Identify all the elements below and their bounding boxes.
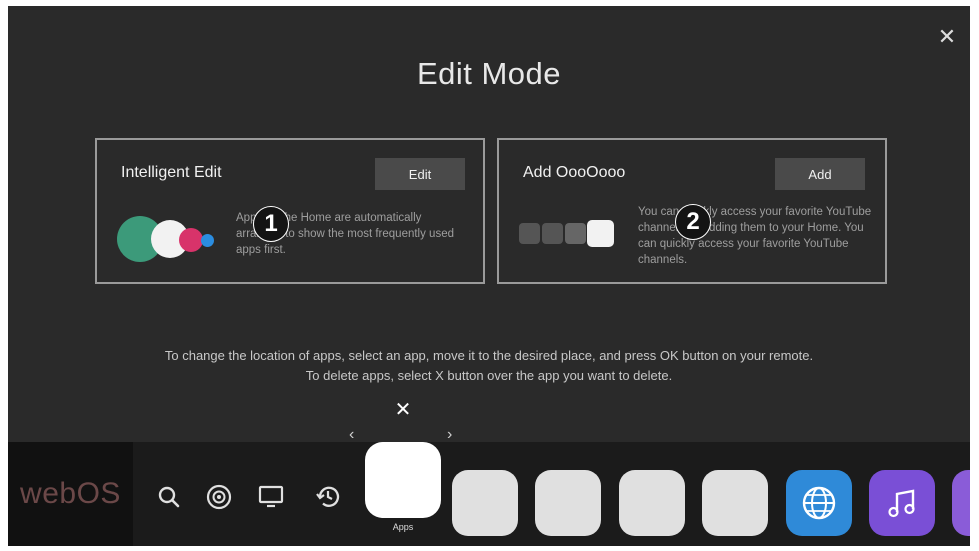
- app-tile-partial[interactable]: [952, 470, 970, 536]
- app-tile[interactable]: [535, 470, 601, 536]
- webos-logo: webOS: [8, 442, 133, 546]
- add-button[interactable]: Add: [775, 158, 865, 190]
- app-tile-selected[interactable]: [365, 442, 441, 518]
- music-note-icon: [888, 489, 915, 518]
- launcher-bar: webOS Apps: [8, 442, 970, 546]
- input-icon[interactable]: [204, 482, 234, 512]
- card-title: Add OooOooo: [523, 164, 626, 181]
- app-tile[interactable]: [452, 470, 518, 536]
- instructions: To change the location of apps, select a…: [8, 346, 970, 386]
- delete-app-icon[interactable]: ✕: [392, 399, 414, 421]
- recent-icon[interactable]: [313, 482, 343, 512]
- close-icon[interactable]: ✕: [936, 26, 958, 48]
- intelligent-edit-illustration: [117, 210, 227, 270]
- callout-badge: 2: [675, 204, 711, 240]
- edit-button[interactable]: Edit: [375, 158, 465, 190]
- callout-badge: 1: [253, 206, 289, 242]
- app-tile[interactable]: [619, 470, 685, 536]
- app-tile[interactable]: [702, 470, 768, 536]
- instruction-line: To delete apps, select X button over the…: [305, 368, 673, 383]
- add-channels-card: Add OooOooo Add You can quickly access y…: [497, 138, 887, 284]
- page-title: Edit Mode: [416, 56, 562, 91]
- card-description: You can quickly access your favorite You…: [638, 206, 872, 266]
- search-icon[interactable]: [154, 482, 184, 512]
- card-title: Intelligent Edit: [121, 164, 222, 181]
- music-app-tile[interactable]: [869, 470, 935, 536]
- instruction-line: To change the location of apps, select a…: [164, 348, 814, 363]
- globe-icon: [802, 486, 836, 520]
- app-tile-label: Apps: [392, 522, 414, 532]
- edit-mode-screen: ✕ Edit Mode Intelligent Edit Edit Apps o…: [8, 6, 970, 546]
- browser-app-tile[interactable]: [786, 470, 852, 536]
- intelligent-edit-card: Intelligent Edit Edit Apps on the Home a…: [95, 138, 485, 284]
- tv-icon[interactable]: [256, 482, 286, 512]
